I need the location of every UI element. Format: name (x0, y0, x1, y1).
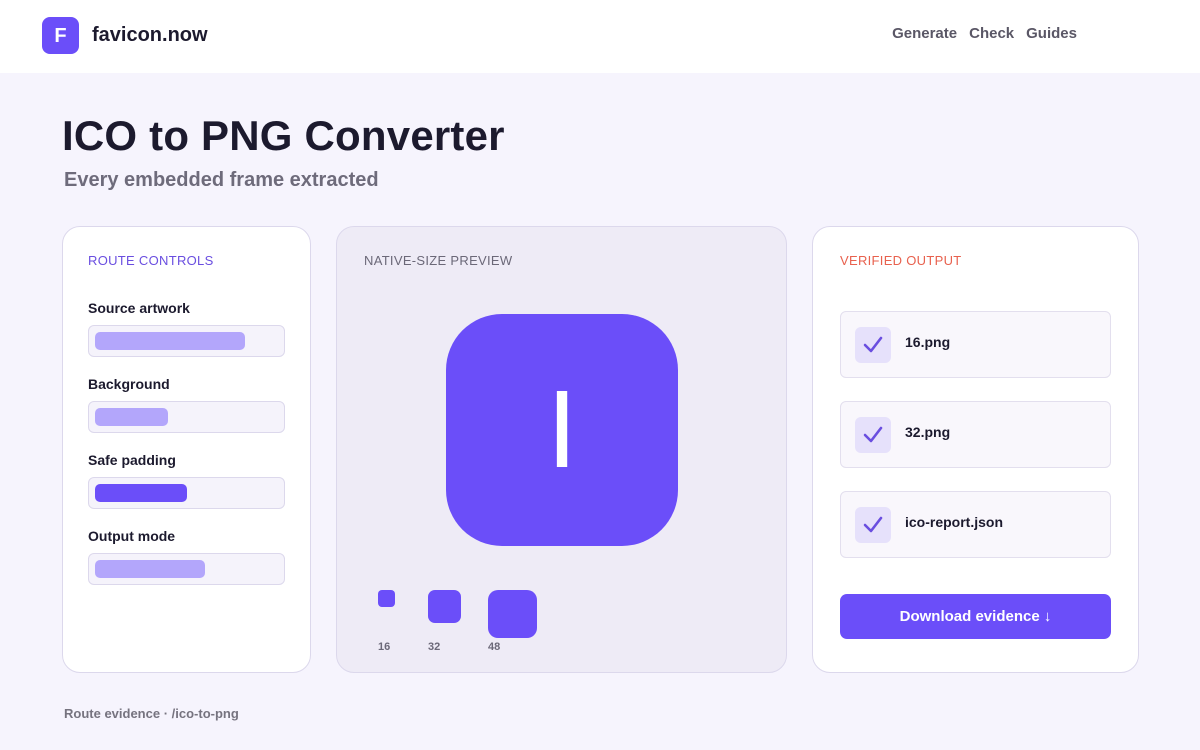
size-label-32: 32 (428, 641, 441, 653)
route-controls-panel: ROUTE CONTROLS Source artwork Background… (62, 226, 311, 673)
control-safe-padding: Safe padding (88, 452, 285, 509)
check-icon (855, 417, 891, 453)
output-file-row[interactable]: 16.png (840, 311, 1111, 378)
nav-check[interactable]: Check (969, 25, 1014, 42)
favicon-glyph: I (546, 368, 578, 491)
top-nav: Generate Check Guides (892, 25, 1077, 42)
output-file-row[interactable]: 32.png (840, 401, 1111, 468)
output-file-name: ico-report.json (905, 514, 1004, 530)
control-label: Safe padding (88, 452, 176, 468)
slider-fill (95, 408, 168, 426)
size-label-48: 48 (488, 641, 501, 653)
check-icon (855, 327, 891, 363)
background-slider[interactable] (88, 401, 285, 433)
size-label-16: 16 (378, 641, 391, 653)
control-label: Output mode (88, 528, 176, 544)
control-output-mode: Output mode (88, 528, 285, 585)
output-file-row[interactable]: ico-report.json (840, 491, 1111, 558)
page-title: ICO to PNG Converter (62, 112, 505, 159)
slider-fill (95, 560, 205, 578)
nav-guides[interactable]: Guides (1026, 25, 1077, 42)
favicon-preview-large: I (446, 314, 678, 546)
favicon-preview-16 (378, 590, 395, 607)
source-artwork-slider[interactable] (88, 325, 285, 357)
download-evidence-button[interactable]: Download evidence ↓ (840, 594, 1111, 639)
output-file-name: 32.png (905, 424, 951, 440)
safe-padding-slider[interactable] (88, 477, 285, 509)
logo-icon[interactable]: F (42, 17, 79, 54)
verified-output-label: VERIFIED OUTPUT (840, 253, 962, 268)
verified-output-panel: VERIFIED OUTPUT 16.png 32.png ico-report… (812, 226, 1139, 673)
check-icon (855, 507, 891, 543)
control-source-artwork: Source artwork (88, 300, 285, 357)
route-controls-label: ROUTE CONTROLS (88, 253, 214, 268)
favicon-preview-32 (428, 590, 461, 623)
brand-name[interactable]: favicon.now (92, 24, 208, 47)
page-subtitle: Every embedded frame extracted (64, 169, 379, 191)
nav-generate[interactable]: Generate (892, 25, 957, 42)
output-mode-slider[interactable] (88, 553, 285, 585)
control-label: Source artwork (88, 300, 190, 316)
native-size-preview-panel: NATIVE-SIZE PREVIEW I 16 32 48 (336, 226, 787, 673)
control-label: Background (88, 376, 170, 392)
favicon-preview-48 (488, 590, 537, 638)
preview-label: NATIVE-SIZE PREVIEW (364, 253, 513, 268)
site-header: F favicon.now Generate Check Guides (0, 0, 1200, 73)
control-background: Background (88, 376, 285, 433)
output-file-name: 16.png (905, 334, 951, 350)
route-evidence-note: Route evidence · /ico-to-png (64, 706, 239, 721)
slider-fill (95, 484, 187, 502)
slider-fill (95, 332, 245, 350)
